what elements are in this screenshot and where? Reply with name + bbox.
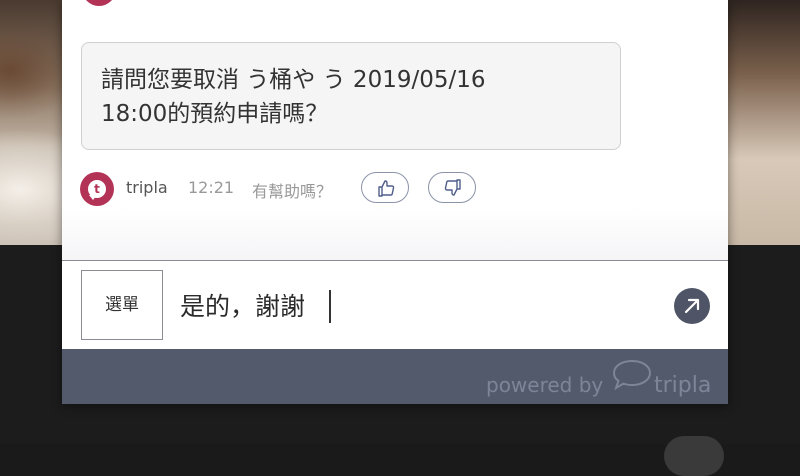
- thumbs-up-icon: [378, 180, 395, 197]
- send-arrow-icon: [684, 298, 700, 314]
- thumbs-down-icon: [444, 179, 461, 196]
- text-caret: [329, 290, 331, 323]
- input-bar: 選單: [62, 260, 728, 350]
- previous-avatar: [82, 0, 116, 6]
- message-line: 請問您要取消 う桶や う 2019/05/16: [101, 67, 486, 93]
- bot-message-bubble: 請問您要取消 う桶や う 2019/05/16 18:00的預約申請嗎？: [81, 42, 621, 150]
- tripla-speech-bubble-icon: [612, 359, 652, 391]
- menu-button[interactable]: 選單: [81, 270, 163, 340]
- bot-avatar: t: [80, 172, 114, 206]
- send-button[interactable]: [674, 288, 710, 324]
- footer: powered by tripla: [62, 349, 728, 404]
- launcher-button[interactable]: [664, 436, 724, 476]
- thumbs-down-button[interactable]: [428, 172, 476, 203]
- bot-avatar-tail: [89, 195, 97, 200]
- chat-history[interactable]: 請問您要取消 う桶や う 2019/05/16 18:00的預約申請嗎？ t t…: [62, 0, 728, 260]
- message-time: 12:21: [188, 178, 235, 197]
- helpful-prompt: 有幫助嗎？: [252, 182, 333, 201]
- message-meta: t tripla 12:21 有幫助嗎？: [80, 168, 680, 208]
- background-photo-edge: [728, 0, 800, 245]
- tripla-brand: tripla: [654, 373, 712, 398]
- powered-by-label: powered by: [486, 373, 604, 397]
- tripla-logo[interactable]: tripla: [610, 357, 720, 401]
- chat-widget: 請問您要取消 う桶や う 2019/05/16 18:00的預約申請嗎？ t t…: [62, 0, 728, 404]
- thumbs-up-button[interactable]: [361, 172, 409, 203]
- message-line: 18:00的預約申請嗎？: [101, 101, 329, 127]
- message-input[interactable]: [172, 287, 680, 323]
- bot-name: tripla: [126, 178, 168, 197]
